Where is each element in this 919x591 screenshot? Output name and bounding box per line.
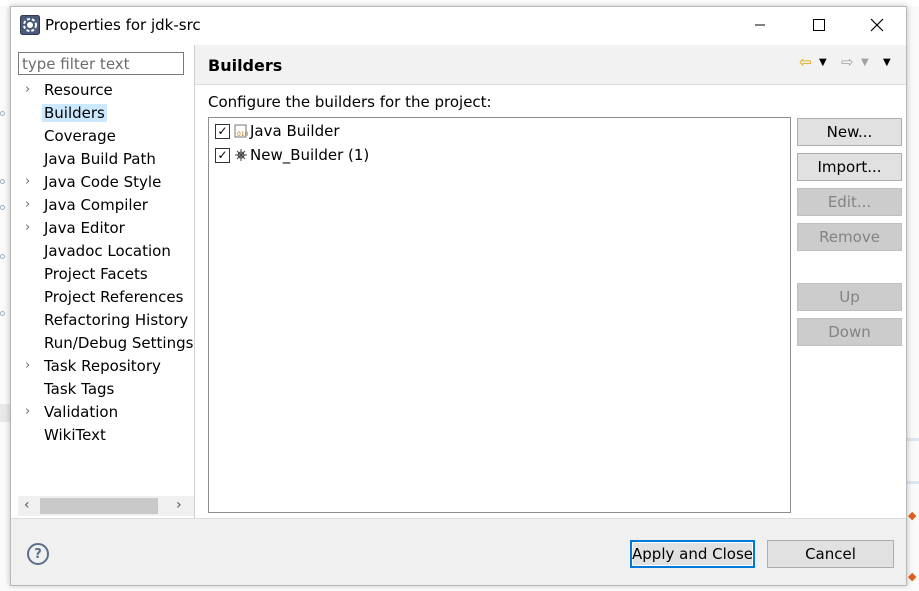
tree-item-label: Task Repository [44, 357, 161, 375]
tree-item-label: Coverage [44, 127, 116, 145]
builder-label: New_Builder (1) [250, 146, 370, 164]
expand-chevron-icon[interactable]: › [25, 220, 30, 235]
expand-chevron-icon[interactable]: › [25, 174, 30, 189]
svg-text:010: 010 [237, 131, 248, 138]
tree-item-label: WikiText [44, 426, 106, 444]
background-scroll-marker [906, 481, 919, 484]
forward-dropdown-icon[interactable]: ▼ [861, 57, 869, 68]
new-builder-button[interactable]: New... [797, 118, 902, 146]
tree-item-label: Project References [44, 288, 184, 306]
scroll-right-arrow-icon[interactable]: › [176, 497, 182, 513]
close-icon [870, 18, 884, 32]
view-menu-icon[interactable]: ▼ [883, 57, 891, 68]
expand-chevron-icon[interactable]: › [25, 404, 30, 419]
builders-list: ✓ 010 Java Builder ✓ New_Builder (1) [208, 117, 791, 513]
expand-chevron-icon[interactable]: › [25, 358, 30, 373]
tree-item-label: Resource [44, 81, 113, 99]
property-page-tree: › Resource Builders Coverage Java Build Path… [18, 80, 194, 486]
background-right-gutter: ◆ ◆ [906, 6, 919, 591]
expand-chevron-icon[interactable]: › [25, 197, 30, 212]
warning-marker-icon: ◆ [908, 570, 917, 583]
tree-item-label: Java Compiler [44, 196, 148, 214]
background-scroll-marker [906, 438, 919, 441]
maximize-icon [813, 19, 825, 31]
gutter-marker-icon [0, 311, 5, 316]
tree-item[interactable]: Builders [18, 103, 194, 126]
tree-item-label: Task Tags [44, 380, 115, 398]
scrollbar-thumb[interactable] [40, 498, 158, 514]
tree-item[interactable]: Javadoc Location [18, 241, 194, 264]
background-left-gutter [0, 6, 10, 591]
gutter-highlight [0, 404, 10, 422]
page-header: Builders ⇦ ▼ ⇨ ▼ ▼ [195, 45, 906, 85]
minimize-button[interactable] [731, 7, 789, 43]
tree-item[interactable]: › Resource [18, 80, 194, 103]
tree-item[interactable]: Coverage [18, 126, 194, 149]
tree-item-label: Javadoc Location [44, 242, 171, 260]
builder-checkbox[interactable]: ✓ [215, 147, 230, 163]
back-dropdown-icon[interactable]: ▼ [819, 57, 827, 68]
tree-item[interactable]: Task Tags [18, 379, 194, 402]
tree-item-label: Builders [42, 104, 107, 122]
scroll-left-arrow-icon[interactable]: ‹ [24, 497, 30, 513]
tree-item-label: Refactoring History [44, 311, 189, 329]
tree-item-label: Validation [44, 403, 119, 421]
help-icon[interactable]: ? [27, 543, 49, 565]
close-button[interactable] [848, 7, 906, 43]
java-builder-icon: 010 [234, 124, 248, 138]
edit-builder-button[interactable]: Edit... [797, 188, 902, 216]
tree-item[interactable]: Project References [18, 287, 194, 310]
window-title: Properties for jdk-src [45, 16, 201, 34]
tree-item[interactable]: › Validation [18, 402, 194, 425]
list-item[interactable]: ✓ New_Builder (1) [215, 145, 369, 165]
tree-item[interactable]: Java Build Path [18, 149, 194, 172]
tree-item[interactable]: › Java Editor [18, 218, 194, 241]
remove-builder-button[interactable]: Remove [797, 223, 902, 251]
eclipse-gear-icon [20, 15, 40, 35]
builder-checkbox[interactable]: ✓ [215, 123, 230, 139]
cancel-button[interactable]: Cancel [767, 540, 894, 568]
gutter-marker-icon [0, 179, 5, 184]
back-arrow-icon[interactable]: ⇦ [799, 53, 812, 71]
warning-marker-icon: ◆ [908, 509, 917, 522]
title-bar: Properties for jdk-src [11, 7, 906, 43]
expand-chevron-icon[interactable]: › [25, 82, 30, 97]
tree-item-label: Java Editor [44, 219, 125, 237]
pane-divider[interactable] [194, 45, 195, 518]
tree-item-label: Java Code Style [44, 173, 162, 191]
filter-input[interactable] [18, 52, 184, 75]
move-down-button[interactable]: Down [797, 318, 902, 346]
tree-item[interactable]: › Java Compiler [18, 195, 194, 218]
tree-item[interactable]: WikiText [18, 425, 194, 448]
minimize-icon [755, 24, 765, 26]
maximize-button[interactable] [790, 7, 848, 43]
builder-label: Java Builder [250, 122, 340, 140]
page-description: Configure the builders for the project: [208, 93, 492, 111]
tree-item-label: Project Facets [44, 265, 148, 283]
tree-item[interactable]: Run/Debug Settings [18, 333, 194, 356]
dialog-footer: ? Apply and Close Cancel [11, 518, 906, 585]
tree-item[interactable]: › Java Code Style [18, 172, 194, 195]
gutter-marker-icon [0, 111, 5, 116]
gutter-marker-icon [0, 205, 5, 210]
tree-item[interactable]: Refactoring History [18, 310, 194, 333]
gutter-marker-icon [0, 254, 5, 259]
tree-item[interactable]: › Task Repository [18, 356, 194, 379]
import-builder-button[interactable]: Import... [797, 153, 902, 181]
properties-dialog: Properties for jdk-src › Resource Builders… [10, 6, 907, 586]
move-up-button[interactable]: Up [797, 283, 902, 311]
tree-item[interactable]: Project Facets [18, 264, 194, 287]
external-builder-icon [234, 148, 248, 162]
tree-horizontal-scrollbar[interactable]: ‹ › [18, 496, 194, 516]
apply-and-close-button[interactable]: Apply and Close [630, 540, 755, 568]
list-item[interactable]: ✓ 010 Java Builder [215, 121, 340, 141]
tree-item-label: Java Build Path [44, 150, 156, 168]
forward-arrow-icon[interactable]: ⇨ [841, 53, 854, 71]
tree-item-label: Run/Debug Settings [44, 334, 194, 352]
page-title: Builders [208, 56, 283, 75]
